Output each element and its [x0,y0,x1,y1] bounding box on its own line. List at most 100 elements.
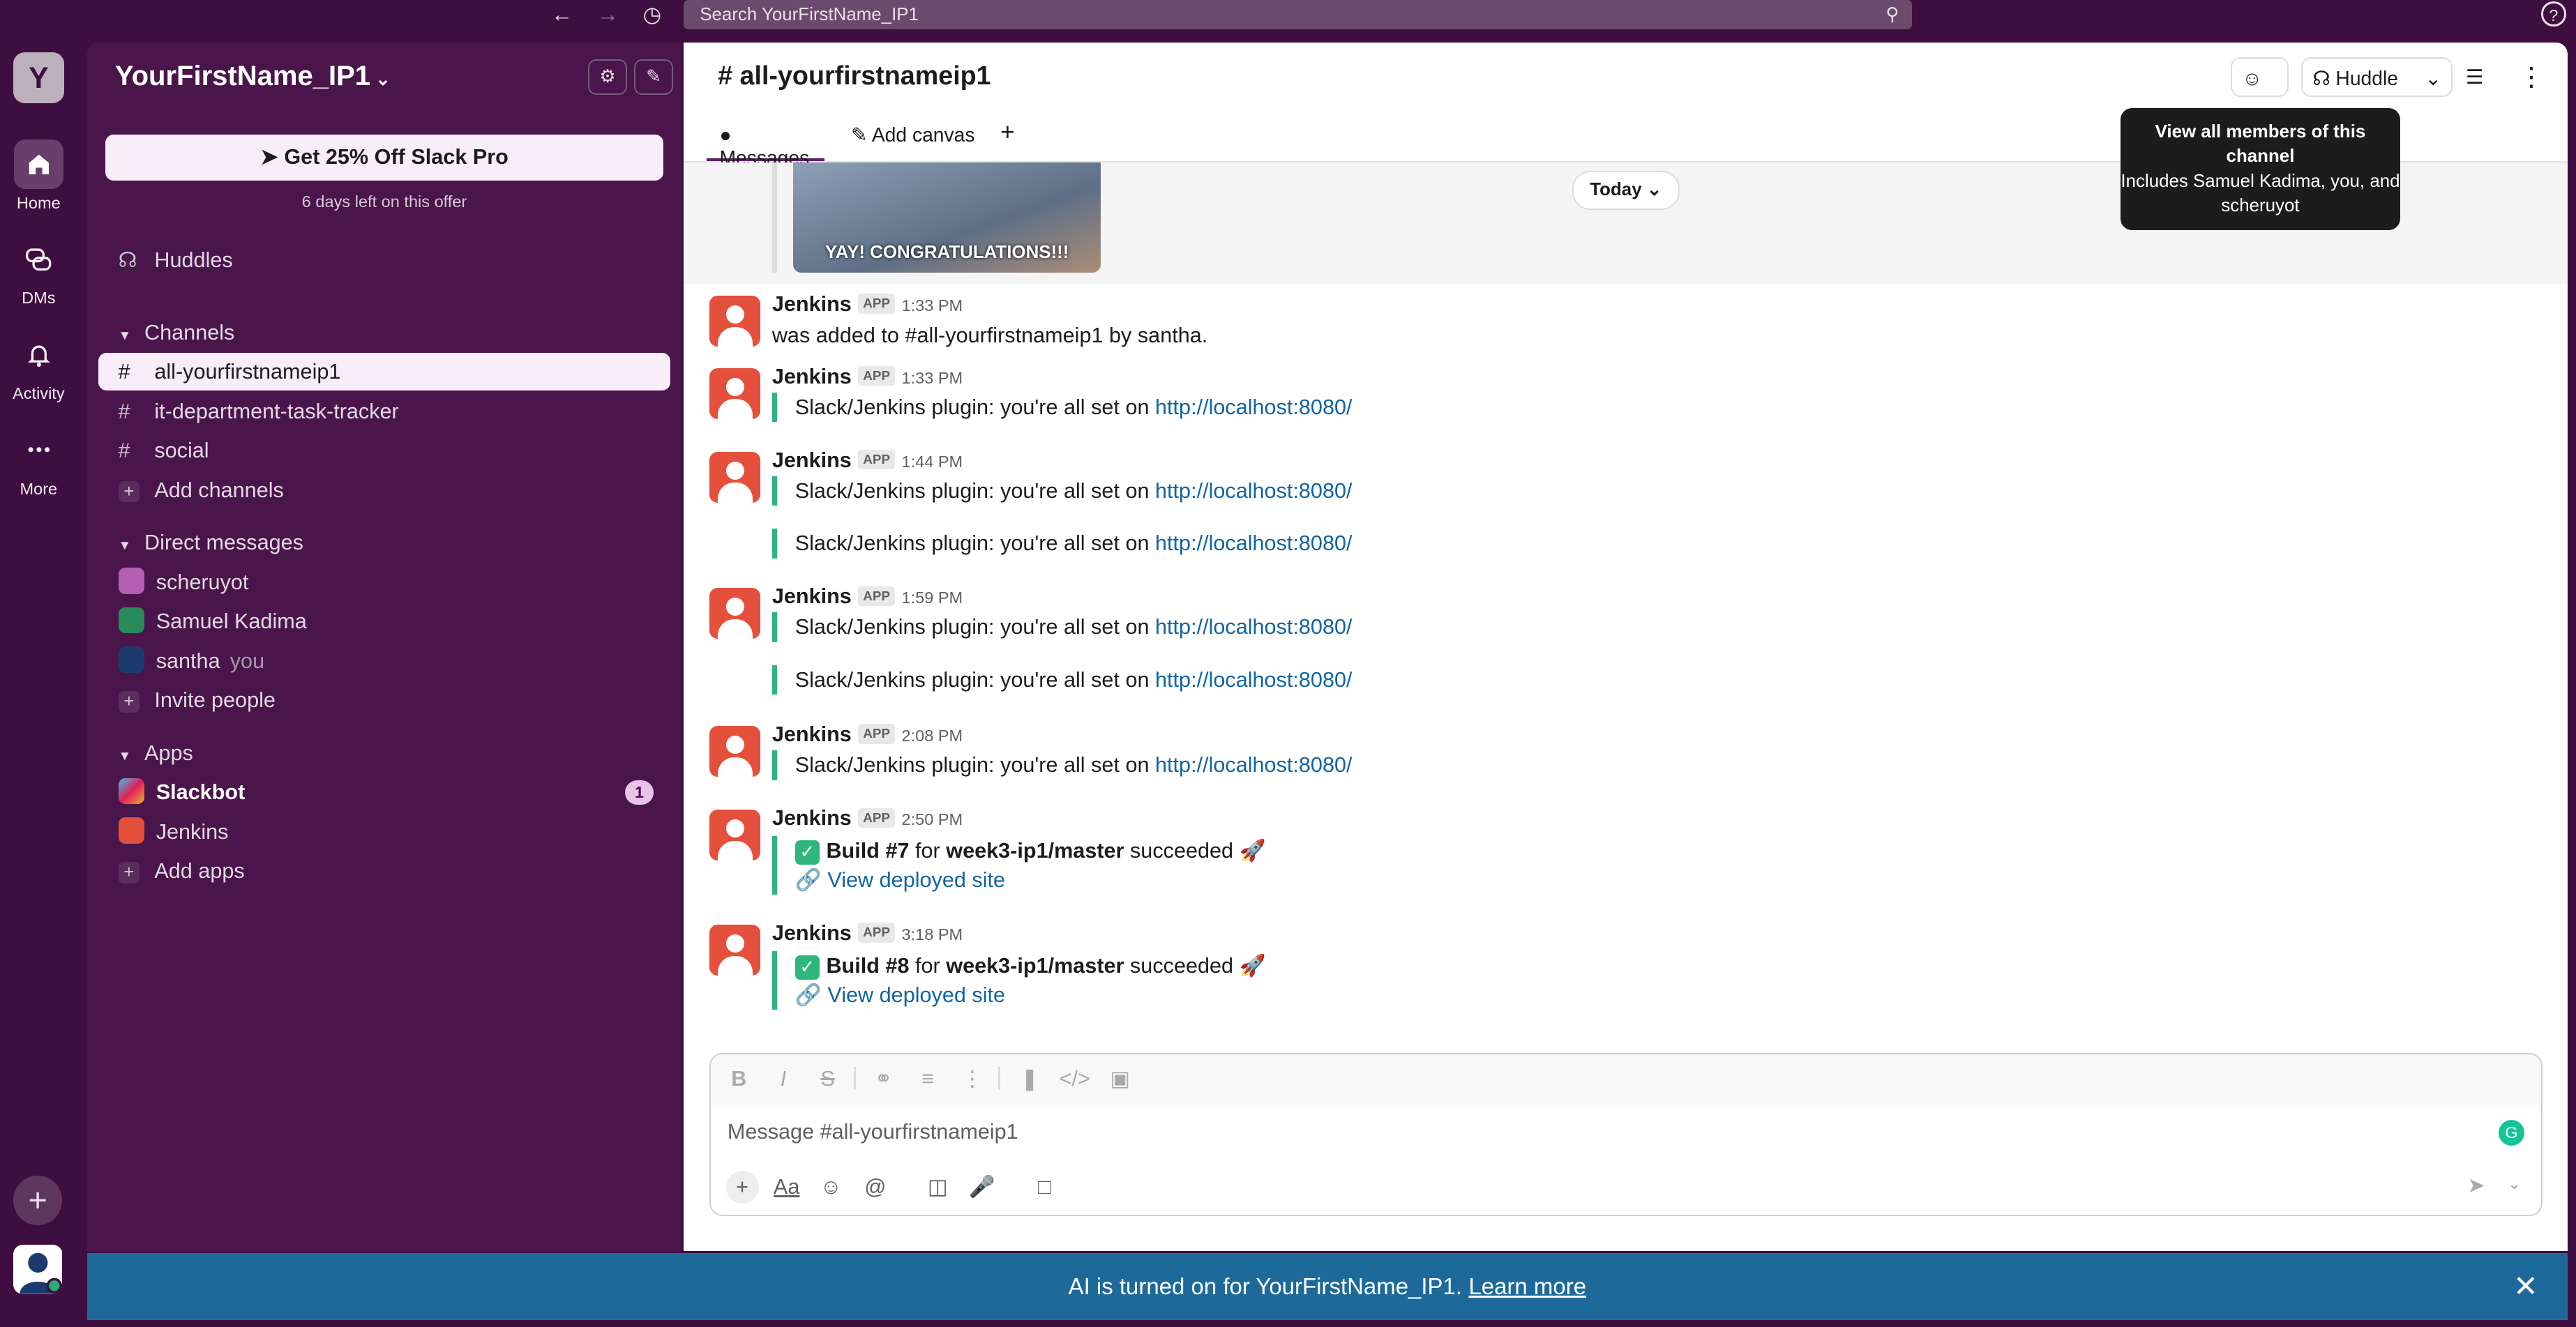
timestamp[interactable]: 1:33 PM [901,296,963,314]
learn-more-link[interactable]: Learn more [1468,1273,1586,1299]
channel-view: # all-yourfirstnameip1 ☺ 3 ☊ Huddle ⌄ ☰ … [683,43,2568,1252]
new-plus-icon[interactable]: + [13,1176,63,1225]
localhost-link[interactable]: http://localhost:8080/ [1155,479,1352,503]
channels-section-header[interactable]: ▼ Channels [98,314,670,351]
rail-home[interactable]: Home [0,139,77,213]
timestamp[interactable]: 2:08 PM [901,727,963,745]
sender-name[interactable]: Jenkins [772,722,852,746]
workspace-avatar[interactable]: Y [13,52,64,104]
timestamp[interactable]: 1:44 PM [901,453,963,471]
blockquote-icon[interactable]: ❚ [1015,1064,1044,1093]
message-input[interactable]: Message #all-yourfirstnameip1 [728,1120,1018,1144]
emoji-icon[interactable]: ☺ [815,1171,848,1204]
italic-icon[interactable]: I [769,1064,798,1093]
apps-section-header[interactable]: ▼ Apps [98,734,670,772]
sidebar-item-dm-scheruyot[interactable]: scheruyot [98,563,670,601]
mention-icon[interactable]: @ [859,1171,891,1204]
compose-icon[interactable]: ✎ [634,59,673,95]
kebab-menu-icon[interactable]: ⋮ [2518,57,2547,97]
search-input[interactable]: Search YourFirstName_IP1 ⚲ [683,0,1913,30]
jenkins-avatar [709,588,761,639]
channel-title-button[interactable]: # all-yourfirstnameip1 [718,61,991,91]
localhost-link[interactable]: http://localhost:8080/ [1155,395,1352,419]
sidebar-item-dm-samuel-kadima[interactable]: Samuel Kadima [98,602,670,640]
localhost-link[interactable]: http://localhost:8080/ [1155,531,1352,555]
localhost-link[interactable]: http://localhost:8080/ [1155,753,1352,777]
close-icon[interactable]: ✕ [2513,1253,2538,1321]
date-divider-button[interactable]: Today ⌄ [1572,170,1680,210]
code-icon[interactable]: </> [1060,1064,1090,1093]
bulleted-list-icon[interactable]: ⋮ [958,1064,987,1093]
members-button[interactable]: ☺ 3 [2231,57,2289,129]
sender-name[interactable]: Jenkins [772,292,852,316]
huddle-label: Huddle [2335,67,2398,90]
huddle-button[interactable]: ☊ Huddle ⌄ [2301,57,2453,97]
add-tab-plus-icon[interactable]: + [1000,119,1015,156]
bold-icon[interactable]: B [724,1064,753,1093]
add-apps-button[interactable]: + Add apps [98,852,670,890]
message-header: Jenkins APP 1:44 PM [772,448,963,473]
sidebar-item-jenkins[interactable]: Jenkins [98,813,670,851]
plus-icon: + [118,862,140,884]
message-composer: B I S ⚭ ≡ ⋮ ❚ </> ▣ Message #all-yourfir… [709,1052,2543,1217]
timestamp[interactable]: 2:50 PM [901,810,963,828]
sidebar-item-social[interactable]: # social [98,432,670,469]
timestamp[interactable]: 1:59 PM [901,589,963,607]
user-avatar[interactable] [13,1245,63,1294]
rail-activity[interactable]: Activity [0,330,77,403]
you-label: you [229,649,265,673]
link-icon[interactable]: ⚭ [868,1064,898,1093]
sidebar-item-it-department-task-tracker[interactable]: # it-department-task-tracker [98,393,670,430]
chevron-down-icon[interactable]: ⌄ [2508,1174,2522,1193]
sidebar-item-dm-santha[interactable]: santha you [98,642,670,680]
send-icon[interactable]: ➤ [2467,1174,2485,1198]
plugin-text: Slack/Jenkins plugin: you're all set on [794,615,1150,639]
sender-name[interactable]: Jenkins [772,584,852,608]
sidebar-item-slackbot[interactable]: Slackbot 1 [98,773,670,811]
dm-section-header[interactable]: ▼ Direct messages [98,524,670,561]
back-arrow-icon[interactable]: ← [545,0,578,29]
rail-dms[interactable]: DMs [0,235,77,308]
channel-details-icon[interactable]: ☰ [2466,57,2502,97]
grammarly-icon[interactable]: G [2498,1119,2525,1146]
localhost-link[interactable]: http://localhost:8080/ [1155,615,1352,639]
view-deployed-site-link[interactable]: View deployed site [827,983,1005,1007]
video-icon[interactable]: ◫ [921,1171,954,1204]
view-deployed-site-link[interactable]: View deployed site [827,868,1005,892]
sender-name[interactable]: Jenkins [772,448,852,472]
workspace-name-button[interactable]: YourFirstName_IP1 ⌄ [115,61,391,92]
sender-name[interactable]: Jenkins [772,921,852,945]
slash-command-icon[interactable]: □ [1028,1171,1061,1204]
timestamp[interactable]: 3:18 PM [901,925,963,943]
hash-icon: # [718,61,740,91]
jenkins-avatar [709,451,761,503]
avatar [118,607,145,634]
help-icon[interactable]: ? [2541,1,2566,26]
sender-name[interactable]: Jenkins [772,365,852,388]
microphone-icon[interactable]: 🎤 [965,1171,998,1204]
sidebar-item-all-yourfirstnameip1[interactable]: # all-yourfirstnameip1 [98,353,670,391]
code-block-icon[interactable]: ▣ [1106,1064,1135,1093]
forward-arrow-icon[interactable]: → [592,0,624,29]
congratulations-gif[interactable]: YAY! CONGRATULATIONS!!! [793,162,1101,273]
tab-add-canvas[interactable]: ✎ Add canvas [851,123,975,161]
promo-button[interactable]: ➤ Get 25% Off Slack Pro [105,135,664,181]
strikethrough-icon[interactable]: S [813,1064,842,1093]
attach-plus-icon[interactable]: + [725,1170,759,1204]
localhost-link[interactable]: http://localhost:8080/ [1155,668,1352,692]
sidebar-item-huddles[interactable]: ☊ Huddles [98,241,670,279]
add-channels-button[interactable]: + Add channels [98,471,670,509]
rail-more[interactable]: More [0,425,77,499]
dms-icon [14,235,63,285]
invite-people-button[interactable]: + Invite people [98,681,670,719]
ordered-list-icon[interactable]: ≡ [913,1064,942,1093]
settings-gear-icon[interactable]: ⚙ [588,59,627,95]
sender-name[interactable]: Jenkins [772,806,852,830]
tab-messages[interactable]: ● Messages [706,123,825,169]
build-for: for [915,838,940,863]
plugin-text: Slack/Jenkins plugin: you're all set on [794,753,1150,778]
text-format-icon[interactable]: Aa [770,1171,803,1204]
history-clock-icon[interactable]: ◷ [635,0,668,29]
timestamp[interactable]: 1:33 PM [901,369,963,387]
rail-home-label: Home [16,193,61,212]
